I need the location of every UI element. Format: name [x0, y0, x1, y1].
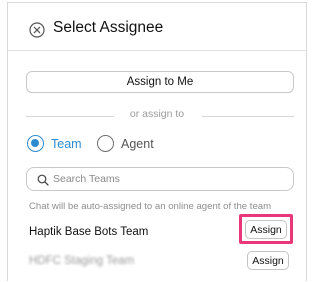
team-radio[interactable]	[27, 135, 44, 152]
team-name: Haptik Base Bots Team	[29, 226, 149, 238]
search-teams-input[interactable]	[53, 168, 283, 190]
team-name-obscured: HDFC Staging Team	[29, 255, 135, 267]
highlight-box	[239, 214, 293, 244]
agent-radio[interactable]	[97, 135, 114, 152]
agent-radio-label[interactable]: Agent	[121, 137, 154, 151]
panel-title: Select Assignee	[53, 19, 164, 36]
assign-button[interactable]: Assign	[247, 251, 289, 270]
divider-line-right	[202, 116, 294, 117]
panel-header: Select Assignee	[8, 3, 306, 51]
close-icon[interactable]	[29, 22, 45, 38]
divider-text: or assign to	[129, 108, 185, 120]
search-icon	[37, 173, 49, 186]
auto-assign-hint: Chat will be auto-assigned to an online …	[29, 201, 272, 212]
search-teams-field[interactable]	[26, 167, 294, 191]
assign-to-me-button[interactable]: Assign to Me	[26, 71, 294, 93]
select-assignee-panel: Select Assignee Assign to Me or assign t…	[7, 2, 307, 281]
team-radio-label[interactable]: Team	[51, 137, 82, 151]
